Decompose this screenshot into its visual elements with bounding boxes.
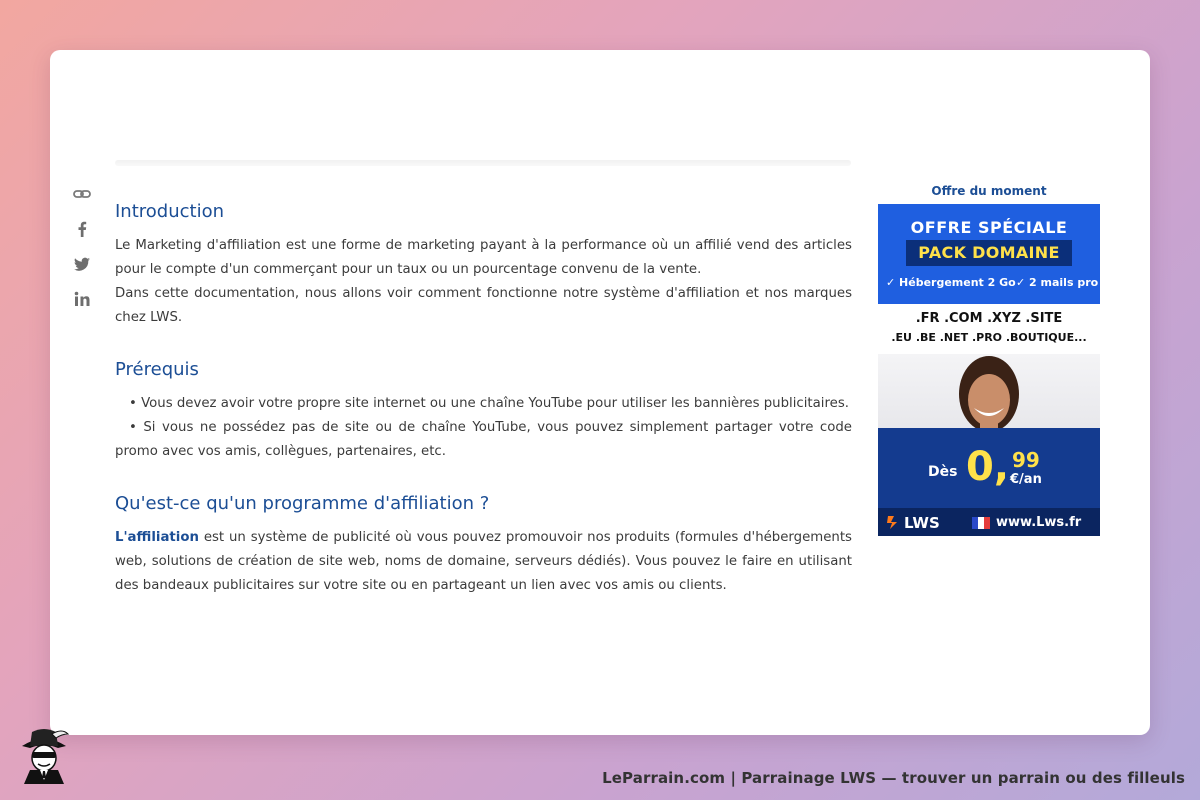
twitter-icon[interactable] bbox=[72, 254, 92, 274]
intro-text-2: Dans cette documentation, nous allons vo… bbox=[115, 286, 852, 325]
intro-text-1: Le Marketing d'affiliation est une forme… bbox=[115, 238, 852, 277]
ad-feature-hosting: ✓ Hébergement 2 Go bbox=[886, 276, 1016, 289]
programme-heading: Qu'est-ce qu'un programme d'affiliation … bbox=[115, 493, 490, 514]
french-flag-icon bbox=[972, 517, 990, 529]
prerequis-list: • Vous devez avoir votre propre site int… bbox=[115, 392, 852, 464]
leparrain-mascot-icon bbox=[22, 729, 70, 784]
ad-price-cents: 99 bbox=[1012, 448, 1040, 472]
ad-price-integer: 0, bbox=[966, 444, 1010, 490]
programme-text: est un système de publicité où vous pouv… bbox=[115, 530, 852, 593]
ad-pack-label: PACK DOMAINE bbox=[906, 240, 1072, 266]
introduction-heading: Introduction bbox=[115, 201, 225, 222]
ad-brand: LWS bbox=[904, 514, 940, 532]
intro-paragraph: Le Marketing d'affiliation est une forme… bbox=[115, 234, 852, 330]
prerequis-heading: Prérequis bbox=[115, 359, 199, 380]
list-item: • Vous devez avoir votre propre site int… bbox=[129, 396, 849, 411]
linkedin-icon[interactable] bbox=[72, 289, 92, 309]
ad-url: www.Lws.fr bbox=[996, 515, 1082, 530]
link-icon[interactable] bbox=[72, 184, 92, 204]
article-body: Introduction Le Marketing d'affiliation … bbox=[115, 200, 852, 598]
ad-domains-line-1: .FR .COM .XYZ .SITE bbox=[915, 311, 1063, 326]
ad-price-prefix: Dès bbox=[928, 464, 958, 480]
footer-caption: LeParrain.com | Parrainage LWS — trouver… bbox=[602, 769, 1185, 787]
lws-ad-banner[interactable]: OFFRE SPÉCIALE PACK DOMAINE ✓ Hébergemen… bbox=[878, 204, 1100, 536]
ad-feature-mails: ✓ 2 mails pro bbox=[1016, 276, 1099, 289]
ad-header: OFFRE SPÉCIALE PACK DOMAINE ✓ Hébergemen… bbox=[878, 204, 1100, 304]
list-item: • Si vous ne possédez pas de site ou de … bbox=[115, 420, 852, 459]
ad-domains: .FR .COM .XYZ .SITE .EU .BE .NET .PRO .B… bbox=[878, 304, 1100, 354]
share-bar bbox=[72, 184, 94, 324]
ad-headline: OFFRE SPÉCIALE bbox=[910, 218, 1068, 237]
top-divider bbox=[115, 160, 851, 166]
programme-paragraph: L'affiliation est un système de publicit… bbox=[115, 526, 852, 598]
facebook-icon[interactable] bbox=[72, 219, 92, 239]
ad-domains-line-2: .EU .BE .NET .PRO .BOUTIQUE... bbox=[891, 331, 1087, 344]
content-card: Introduction Le Marketing d'affiliation … bbox=[50, 50, 1150, 735]
ad-price-unit: €/an bbox=[1010, 472, 1042, 487]
ad-footer: LWS www.Lws.fr bbox=[878, 508, 1100, 536]
affiliation-link[interactable]: L'affiliation bbox=[115, 530, 199, 545]
lws-logo-icon bbox=[887, 516, 897, 529]
sidebar-title: Offre du moment bbox=[931, 184, 1047, 198]
